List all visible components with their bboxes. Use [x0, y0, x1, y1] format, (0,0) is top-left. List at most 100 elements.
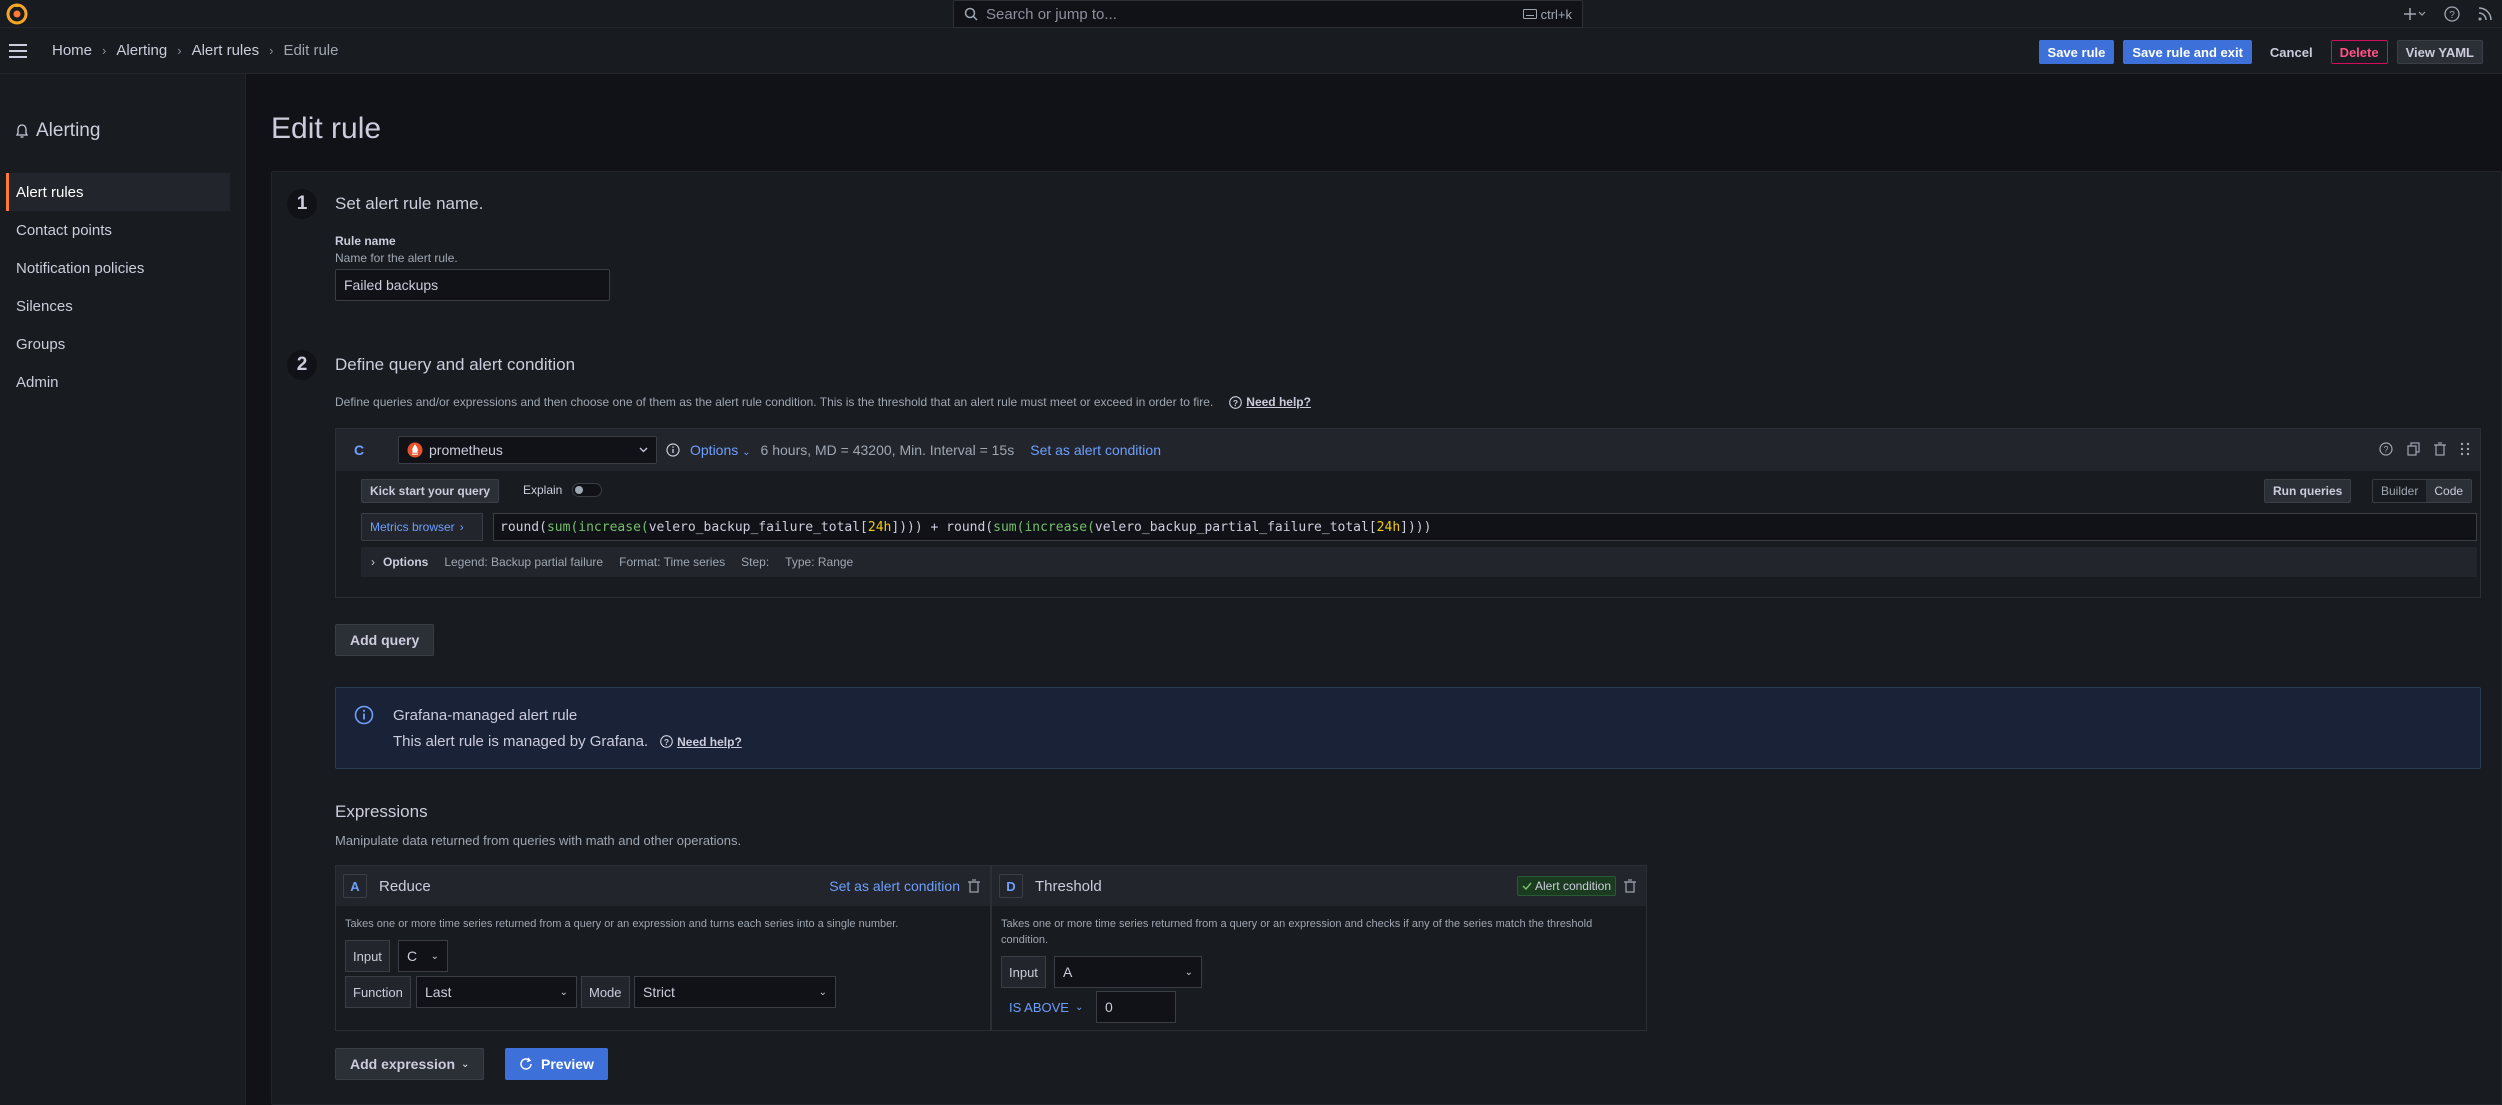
chevron-down-icon [639, 447, 648, 453]
breadcrumb-alert-rules[interactable]: Alert rules [192, 42, 260, 59]
rule-name-description: Name for the alert rule. [335, 251, 458, 265]
reduce-mode-select[interactable]: Strict ⌄ [634, 976, 836, 1008]
search-input[interactable]: Search or jump to... ctrl+k [953, 0, 1583, 28]
reduce-name: Reduce [379, 877, 431, 895]
info-need-help-link[interactable]: ? Need help? [660, 735, 742, 749]
rule-name-input[interactable]: Failed backups [335, 269, 610, 301]
metrics-browser-button[interactable]: Metrics browser › [361, 513, 483, 541]
sidebar-item-admin[interactable]: Admin [6, 363, 230, 401]
chevron-down-icon: ⌄ [461, 1058, 470, 1070]
expressions-description: Manipulate data returned from queries wi… [335, 833, 742, 848]
breadcrumb: Home › Alerting › Alert rules › Edit rul… [52, 42, 338, 59]
query-options-toggle[interactable]: Options ⌄ [690, 442, 751, 458]
svg-text:?: ? [664, 737, 669, 747]
reduce-card-header: A Reduce Set as alert condition [336, 866, 990, 906]
query-options-row[interactable]: › Options Legend: Backup partial failure… [361, 547, 2477, 577]
datasource-picker[interactable]: prometheus [398, 436, 657, 464]
sidebar-item-groups[interactable]: Groups [6, 325, 230, 363]
chevron-down-icon: ⌄ [742, 447, 751, 458]
preview-button[interactable]: Preview [505, 1048, 608, 1080]
question-circle-icon: ? [660, 735, 673, 748]
query-editor: C prometheus Options ⌄ 6 hours, MD = 432… [335, 428, 2481, 598]
code-mode-button[interactable]: Code [2426, 480, 2472, 502]
query-ref-id[interactable]: C [354, 442, 364, 458]
query-options: Options ⌄ 6 hours, MD = 43200, Min. Inte… [666, 442, 1161, 458]
threshold-operator-select[interactable]: IS ABOVE ⌄ [1009, 991, 1083, 1023]
check-icon [1522, 882, 1532, 890]
topbar-actions: ? [2404, 0, 2492, 28]
explain-toggle[interactable]: Explain [523, 483, 603, 497]
grafana-logo-icon[interactable] [3, 0, 31, 28]
threshold-name: Threshold [1035, 877, 1102, 895]
sidebar-item-silences[interactable]: Silences [6, 287, 230, 325]
add-new-icon[interactable] [2404, 7, 2426, 21]
copy-icon[interactable] [2407, 442, 2420, 456]
delete-button[interactable]: Delete [2330, 40, 2388, 64]
sidebar-item-contact-points[interactable]: Contact points [6, 211, 230, 249]
threshold-value-input[interactable]: 0 [1096, 991, 1176, 1023]
threshold-expression-card: D Threshold Alert condition Takes one or… [991, 865, 1647, 1031]
sidebar-item-notification-policies[interactable]: Notification policies [6, 249, 230, 287]
threshold-input-label: Input [1001, 956, 1046, 988]
chevron-right-icon: › [371, 555, 375, 569]
save-rule-button[interactable]: Save rule [2038, 40, 2115, 64]
set-as-alert-condition-button[interactable]: Set as alert condition [1030, 442, 1161, 458]
info-circle-icon [354, 705, 374, 725]
step-1-title: Set alert rule name. [335, 194, 484, 213]
sidebar-item-alert-rules[interactable]: Alert rules [6, 173, 230, 211]
trash-icon[interactable] [2434, 442, 2446, 456]
rule-actions: Save rule Save rule and exit Cancel Dele… [2038, 40, 2483, 64]
search-shortcut: ctrl+k [1522, 7, 1572, 22]
rule-name-label: Rule name [335, 234, 396, 248]
kick-start-query-button[interactable]: Kick start your query [361, 479, 500, 503]
breadcrumb-home[interactable]: Home [52, 42, 92, 59]
top-bar: Search or jump to... ctrl+k ? [0, 0, 2502, 28]
run-queries-button[interactable]: Run queries [2264, 479, 2352, 503]
question-circle-icon: ? [1229, 395, 1243, 409]
svg-text:?: ? [2383, 445, 2388, 455]
prometheus-icon [407, 442, 423, 458]
reduce-function-select[interactable]: Last ⌄ [416, 976, 577, 1008]
step-2-title: Define query and alert condition [335, 355, 576, 374]
news-rss-icon[interactable] [2478, 7, 2492, 21]
threshold-ref-id[interactable]: D [999, 874, 1023, 898]
chevron-right-icon: › [177, 43, 182, 58]
svg-text:?: ? [1233, 398, 1238, 408]
alert-condition-badge: Alert condition [1516, 876, 1616, 896]
set-as-alert-condition-button[interactable]: Set as alert condition [829, 878, 960, 894]
drag-handle-icon[interactable] [2460, 442, 2470, 456]
chevron-down-icon: ⌄ [1074, 1001, 1084, 1013]
help-icon[interactable]: ? [2444, 6, 2460, 22]
add-expression-button[interactable]: Add expression ⌄ [335, 1048, 485, 1080]
search-placeholder: Search or jump to... [986, 5, 1117, 23]
grafana-managed-info-alert: Grafana-managed alert rule This alert ru… [335, 687, 2481, 769]
reduce-expression-card: A Reduce Set as alert condition Takes on… [335, 865, 991, 1031]
sidebar: Alerting Alert rules Contact points Noti… [0, 74, 246, 1105]
query-help-icon[interactable]: ? [2379, 442, 2393, 456]
explain-switch[interactable] [572, 483, 603, 497]
view-yaml-button[interactable]: View YAML [2396, 40, 2483, 64]
menu-icon[interactable] [8, 41, 28, 61]
chevron-right-icon: › [269, 43, 274, 58]
search-icon [964, 7, 978, 21]
trash-icon[interactable] [1624, 879, 1636, 893]
save-rule-and-exit-button[interactable]: Save rule and exit [2123, 40, 2252, 64]
info-body: This alert rule is managed by Grafana. ?… [393, 733, 742, 750]
promql-code-editor[interactable]: round(sum(increase(velero_backup_failure… [493, 513, 2477, 541]
builder-mode-button[interactable]: Builder [2373, 480, 2426, 502]
reduce-input-select[interactable]: C ⌄ [398, 940, 448, 972]
threshold-input-select[interactable]: A ⌄ [1054, 956, 1202, 988]
svg-text:?: ? [2449, 10, 2455, 21]
query-options-summary: 6 hours, MD = 43200, Min. Interval = 15s [760, 442, 1015, 458]
breadcrumb-edit-rule: Edit rule [283, 42, 339, 59]
breadcrumb-bar: Home › Alerting › Alert rules › Edit rul… [0, 28, 2502, 74]
add-query-button[interactable]: Add query [335, 624, 435, 656]
need-help-link[interactable]: ? Need help? [1229, 395, 1311, 409]
breadcrumb-alerting[interactable]: Alerting [116, 42, 167, 59]
trash-icon[interactable] [968, 879, 980, 893]
chevron-down-icon: ⌄ [1184, 966, 1193, 978]
reduce-mode-label: Mode [581, 976, 630, 1008]
cancel-button[interactable]: Cancel [2261, 40, 2322, 64]
reduce-ref-id[interactable]: A [343, 874, 367, 898]
info-circle-icon [666, 443, 680, 457]
